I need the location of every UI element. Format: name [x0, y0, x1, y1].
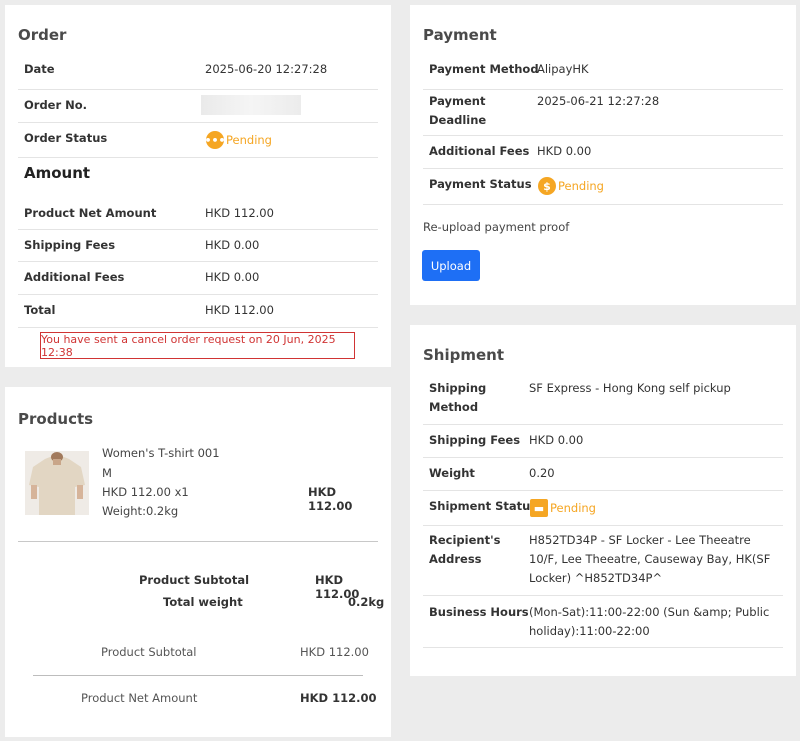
- order-status-row: Order Status ••• Pending: [18, 123, 378, 158]
- product-price-qty: HKD 112.00 x1: [102, 485, 189, 499]
- shipment-status-row: Shipment Status ▬ Pending: [423, 491, 783, 526]
- total-weight-value: 0.2kg: [348, 595, 385, 609]
- summary-divider: [33, 675, 363, 676]
- box-icon: ▬: [530, 499, 548, 517]
- product-name: Women's T-shirt 001: [102, 446, 220, 460]
- order-no-redacted: [201, 95, 301, 115]
- product-subtotal2-label: Product Subtotal: [101, 645, 197, 659]
- product-net-value: HKD 112.00: [300, 691, 377, 705]
- payment-deadline-label-1: Payment: [429, 94, 486, 108]
- shipping-method-label-2: Method: [429, 400, 479, 414]
- shipment-fees-value: HKD 0.00: [529, 433, 584, 447]
- additional-fees-value: HKD 0.00: [205, 270, 260, 284]
- net-amount-row: Product Net Amount HKD 112.00: [18, 198, 378, 230]
- shipping-fees-value: HKD 0.00: [205, 238, 260, 252]
- business-hours-line-1: (Mon-Sat):11:00-22:00 (Sun &amp; Public: [529, 605, 770, 619]
- business-hours-label: Business Hours: [429, 605, 529, 619]
- product-line-total: HKD 112.00: [308, 485, 353, 513]
- more-dots-icon: •••: [204, 131, 226, 149]
- net-amount-label: Product Net Amount: [24, 206, 157, 220]
- payment-deadline-value: 2025-06-21 12:27:28: [537, 94, 660, 108]
- products-title: Products: [18, 410, 94, 428]
- dollar-icon: $: [538, 177, 556, 195]
- total-label: Total: [24, 303, 56, 317]
- order-card: Order Date 2025-06-20 12:27:28 Order No.…: [5, 5, 391, 367]
- payment-fees-label: Additional Fees: [429, 144, 530, 158]
- product-net-label: Product Net Amount: [81, 691, 198, 705]
- additional-fees-label: Additional Fees: [24, 270, 125, 284]
- payment-method-value: AlipayHK: [537, 62, 589, 76]
- payment-fees-value: HKD 0.00: [537, 144, 592, 158]
- upload-button[interactable]: Upload: [422, 250, 480, 281]
- product-subtotal2-value: HKD 112.00: [300, 645, 369, 659]
- order-status-value: Pending: [226, 133, 272, 147]
- payment-status-value: Pending: [558, 179, 604, 193]
- order-date-row: Date 2025-06-20 12:27:28: [18, 57, 378, 90]
- shipping-fees-row: Shipping Fees HKD 0.00: [18, 230, 378, 262]
- shipping-method-value: SF Express - Hong Kong self pickup: [529, 381, 731, 395]
- shipment-title: Shipment: [423, 346, 505, 364]
- order-title: Order: [18, 26, 67, 44]
- product-weight: Weight:0.2kg: [102, 504, 179, 518]
- shipment-fees-label: Shipping Fees: [429, 433, 521, 447]
- payment-status-row: Payment Status $ Pending: [423, 169, 783, 205]
- payment-fees-row: Additional Fees HKD 0.00: [423, 136, 783, 169]
- additional-fees-row: Additional Fees HKD 0.00: [18, 262, 378, 295]
- shipment-card: Shipment Shipping Method SF Express - Ho…: [410, 325, 796, 676]
- payment-method-label: Payment Method: [429, 62, 539, 76]
- payment-deadline-label-2: Deadline: [429, 113, 487, 127]
- reupload-text: Re-upload payment proof: [423, 220, 570, 234]
- payment-title: Payment: [423, 26, 497, 44]
- order-no-label: Order No.: [24, 98, 88, 112]
- products-divider: [18, 541, 378, 542]
- business-hours-row: Business Hours (Mon-Sat):11:00-22:00 (Su…: [423, 596, 783, 648]
- amount-title: Amount: [24, 164, 91, 182]
- total-value: HKD 112.00: [205, 303, 274, 317]
- shipping-fees-label: Shipping Fees: [24, 238, 116, 252]
- shipment-status-label: Shipment Status: [429, 499, 538, 513]
- business-hours-line-2: holiday):11:00-22:00: [529, 624, 650, 638]
- cancel-request-message: You have sent a cancel order request on …: [40, 332, 355, 359]
- products-card: Products Women's T-shirt 001 M HKD 112.0…: [5, 387, 391, 737]
- order-no-row: Order No.: [18, 90, 378, 123]
- product-subtotal-label: Product Subtotal: [139, 573, 250, 587]
- net-amount-value: HKD 112.00: [205, 206, 274, 220]
- recipient-address-line-3: Locker) ^H852TD34P^: [529, 571, 663, 585]
- total-weight-label: Total weight: [163, 595, 243, 609]
- total-row: Total HKD 112.00: [18, 295, 378, 328]
- payment-deadline-row: Payment Deadline 2025-06-21 12:27:28: [423, 90, 783, 136]
- order-status-label: Order Status: [24, 131, 108, 145]
- payment-card: Payment Payment Method AlipayHK Payment …: [410, 5, 796, 305]
- shipment-weight-row: Weight 0.20: [423, 458, 783, 491]
- recipient-address-label-1: Recipient's: [429, 533, 501, 547]
- recipient-address-label-2: Address: [429, 552, 482, 566]
- recipient-address-line-2: 10/F, Lee Theeatre, Causeway Bay, HK(SF: [529, 552, 771, 566]
- order-date-value: 2025-06-20 12:27:28: [205, 62, 328, 76]
- recipient-address-row: Recipient's Address H852TD34P - SF Locke…: [423, 526, 783, 596]
- recipient-address-line-1: H852TD34P - SF Locker - Lee Theeatre: [529, 533, 751, 547]
- payment-method-row: Payment Method AlipayHK: [423, 57, 783, 90]
- shipping-method-row: Shipping Method SF Express - Hong Kong s…: [423, 377, 783, 425]
- order-status-badge: ••• Pending: [204, 131, 272, 149]
- shipment-fees-row: Shipping Fees HKD 0.00: [423, 425, 783, 458]
- shipment-status-badge: ▬ Pending: [530, 499, 596, 517]
- payment-status-label: Payment Status: [429, 177, 532, 191]
- product-item[interactable]: Women's T-shirt 001 M HKD 112.00 x1 Weig…: [18, 442, 378, 522]
- shipping-method-label-1: Shipping: [429, 381, 487, 395]
- shipment-weight-label: Weight: [429, 466, 475, 480]
- product-size: M: [102, 466, 112, 480]
- shipment-weight-value: 0.20: [529, 466, 555, 480]
- order-date-label: Date: [24, 62, 55, 76]
- shipment-status-value: Pending: [550, 501, 596, 515]
- payment-status-badge: $ Pending: [538, 177, 604, 195]
- product-image: [25, 451, 89, 515]
